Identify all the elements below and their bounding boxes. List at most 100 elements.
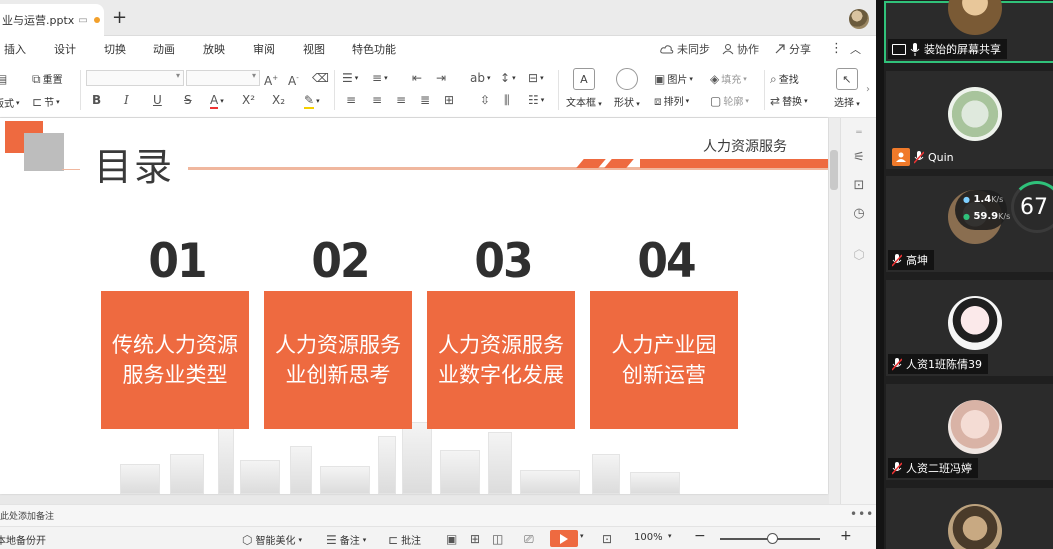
paragraph-spacing-icon[interactable]: ⇳ xyxy=(480,93,490,107)
participant-label: 高坤 xyxy=(888,250,934,270)
superscript-icon[interactable]: X² xyxy=(242,93,255,107)
agenda-card[interactable]: 人力资源服务 业数字化发展 xyxy=(427,291,575,429)
clear-format-icon[interactable]: ⌫ xyxy=(312,71,329,85)
zoom-slider-knob[interactable] xyxy=(767,533,778,544)
font-family-select[interactable]: ▾ xyxy=(86,70,184,86)
adjust-icon[interactable]: ⚟ xyxy=(850,148,868,166)
zoom-dropdown-icon[interactable]: ▾ xyxy=(668,532,672,540)
align-text-icon[interactable]: ⊟ ▾ xyxy=(528,71,544,85)
line-spacing-icon[interactable]: ↕ ▾ xyxy=(500,71,516,85)
drag-handle-icon[interactable]: ═ xyxy=(850,124,868,142)
menu-slideshow[interactable]: 放映 xyxy=(203,41,225,57)
menu-review[interactable]: 审阅 xyxy=(253,41,275,57)
menu-design[interactable]: 设计 xyxy=(54,41,76,57)
agenda-card[interactable]: 人力产业园 创新运营 xyxy=(590,291,738,429)
menu-view[interactable]: 视图 xyxy=(303,41,325,57)
slide-title[interactable]: 目录 xyxy=(94,144,174,190)
notes-placeholder[interactable]: 此处添加备注 xyxy=(0,509,54,522)
arrange-button[interactable]: ⧈ 排列 ▾ xyxy=(654,93,689,109)
list-indent-icon[interactable]: ☷ ▾ xyxy=(528,93,544,107)
reading-view-icon[interactable]: ◫ xyxy=(492,532,503,546)
menu-insert[interactable]: 插入 xyxy=(4,41,26,57)
cube-icon[interactable]: ⬡ xyxy=(850,246,868,264)
select-button[interactable]: ↖ 选择 ▾ xyxy=(834,68,860,109)
columns-icon[interactable]: ⫼ xyxy=(504,93,510,107)
slide[interactable]: 目录 人力资源服务 01 02 03 04 传统人力资源 服务业类型 人力资源服… xyxy=(0,118,828,494)
share-button[interactable]: 分享 xyxy=(774,41,811,57)
participant-tile[interactable]: 人资1班陈倩39 xyxy=(886,280,1053,376)
slide-header-text[interactable]: 人力资源服务 xyxy=(703,136,787,156)
collapse-ribbon-icon[interactable]: ︿ xyxy=(850,41,861,57)
comment-button[interactable]: ⊏ 批注 xyxy=(388,532,421,548)
participant-tile[interactable] xyxy=(886,488,1053,549)
more-icon[interactable]: ••• xyxy=(850,507,874,521)
fill-button[interactable]: ◈ 填充 ▾ xyxy=(710,71,747,87)
align-left-icon[interactable]: ≡ xyxy=(346,93,356,107)
collaborate-button[interactable]: 协作 xyxy=(722,41,759,57)
section-button[interactable]: ⊏ 节 ▾ xyxy=(32,94,60,110)
menu-special-features[interactable]: 特色功能 xyxy=(352,41,396,57)
replace-button[interactable]: ⇄ 替换 ▾ xyxy=(770,93,808,109)
decrease-font-icon[interactable]: A- xyxy=(288,71,299,88)
text-direction-icon[interactable]: ab ▾ xyxy=(470,71,491,85)
menu-animation[interactable]: 动画 xyxy=(153,41,175,57)
strikethrough-icon[interactable]: S xyxy=(184,93,192,107)
underline-icon[interactable]: U xyxy=(153,93,162,107)
outline-button[interactable]: ▢ 轮廓 ▾ xyxy=(710,93,749,109)
menu-transition[interactable]: 切换 xyxy=(104,41,126,57)
justify-icon[interactable]: ≣ xyxy=(420,93,430,107)
picture-button[interactable]: ▣ 图片 ▾ xyxy=(654,71,693,87)
notes-bar[interactable]: 此处添加备注 ••• xyxy=(0,504,876,526)
normal-view-icon[interactable]: ▣ xyxy=(446,532,457,546)
distribute-icon[interactable]: ⊞ xyxy=(444,93,454,107)
participant-tile[interactable]: 人资二班冯婷 xyxy=(886,384,1053,480)
more-options-icon[interactable]: ⋮ xyxy=(830,41,843,56)
play-slideshow-button[interactable] xyxy=(550,530,578,547)
image-tool-icon[interactable]: ⊡ xyxy=(850,176,868,194)
ribbon-scroll-icon[interactable]: › xyxy=(866,84,870,95)
agenda-card[interactable]: 传统人力资源 服务业类型 xyxy=(101,291,249,429)
new-tab-button[interactable]: + xyxy=(112,8,127,28)
zoom-level[interactable]: 100% xyxy=(634,532,663,543)
numbered-list-icon[interactable]: ≡ ▾ xyxy=(372,71,388,85)
increase-indent-icon[interactable]: ⇥ xyxy=(436,71,446,85)
zoom-out-icon[interactable]: − xyxy=(694,528,706,544)
align-center-icon[interactable]: ≡ xyxy=(372,93,382,107)
new-slide-icon[interactable]: ▤ xyxy=(0,72,7,86)
font-size-select[interactable]: ▾ xyxy=(186,70,260,86)
backup-status[interactable]: 本地备份开 xyxy=(0,532,46,547)
play-options-icon[interactable]: ▾ xyxy=(580,532,584,540)
user-avatar[interactable] xyxy=(849,9,869,29)
reset-button[interactable]: ⧉ 重置 xyxy=(32,71,63,87)
history-icon[interactable]: ◷ xyxy=(850,204,868,222)
decrease-indent-icon[interactable]: ⇤ xyxy=(412,71,422,85)
document-tab[interactable]: 业与运营.pptx ▭ xyxy=(0,4,104,36)
italic-icon[interactable]: I xyxy=(124,93,129,107)
zoom-in-icon[interactable]: + xyxy=(840,528,852,544)
sync-button[interactable]: 未同步 xyxy=(660,41,710,57)
find-button[interactable]: ⌕ 查找 xyxy=(770,71,799,87)
font-color-icon[interactable]: A ▾ xyxy=(210,93,224,109)
participant-tile[interactable]: 装饴的屏幕共享 xyxy=(884,0,1053,63)
subscript-icon[interactable]: X₂ xyxy=(272,93,285,107)
bullet-list-icon[interactable]: ☰ ▾ xyxy=(342,71,358,85)
shape-button[interactable]: 形状 ▾ xyxy=(614,68,640,109)
increase-font-icon[interactable]: A+ xyxy=(264,71,278,88)
layout-button[interactable]: 版式▾ xyxy=(0,95,20,111)
agenda-card[interactable]: 人力资源服务 业创新思考 xyxy=(264,291,412,429)
highlight-icon[interactable]: ✎ ▾ xyxy=(304,93,320,109)
grid-view-icon[interactable]: ⊞ xyxy=(470,532,480,546)
scrollbar-thumb[interactable] xyxy=(830,150,838,190)
presenter-icon[interactable]: ⎚ xyxy=(524,532,534,546)
align-right-icon[interactable]: ≡ xyxy=(396,93,406,107)
vertical-scrollbar[interactable] xyxy=(829,118,840,504)
participant-tile[interactable]: Quin xyxy=(886,71,1053,169)
textbox-button[interactable]: A 文本框 ▾ xyxy=(566,68,602,109)
find-label: 查找 xyxy=(778,75,799,86)
fill-label: 填充 xyxy=(721,75,742,86)
notes-toggle-button[interactable]: ☰ 备注 ▾ xyxy=(326,532,366,548)
fit-window-icon[interactable]: ⊡ xyxy=(602,532,612,546)
smart-beautify-button[interactable]: ⬡ 智能美化 ▾ xyxy=(242,532,302,548)
participant-name: 高坤 xyxy=(906,254,928,267)
bold-icon[interactable]: B xyxy=(92,93,101,107)
